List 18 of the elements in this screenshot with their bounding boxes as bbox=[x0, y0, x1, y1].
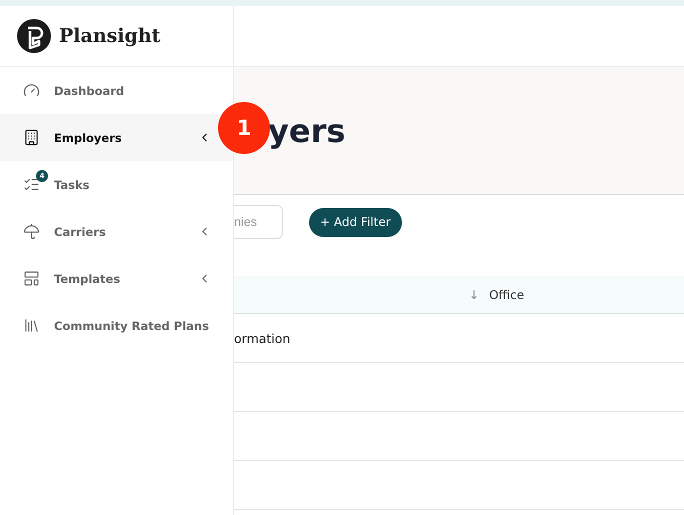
umbrella-icon bbox=[23, 223, 40, 240]
sidebar-item[interactable]: Carriers bbox=[0, 208, 233, 255]
building-icon bbox=[23, 129, 40, 146]
add-filter-button[interactable]: + Add Filter bbox=[309, 208, 402, 236]
template-icon bbox=[23, 270, 40, 287]
page-title: yers bbox=[268, 112, 346, 150]
sort-arrow-icon[interactable]: ↓ bbox=[469, 288, 480, 302]
sidebar-item[interactable]: Community Rated Plans bbox=[0, 302, 233, 349]
checklist-icon bbox=[23, 176, 40, 193]
gauge-icon bbox=[23, 82, 40, 99]
search-field[interactable]: nies bbox=[234, 205, 283, 239]
brand-name: Plansight bbox=[59, 25, 160, 47]
books-icon bbox=[23, 317, 40, 334]
sidebar-item[interactable]: Templates bbox=[0, 255, 233, 302]
table-cell: ormation bbox=[234, 330, 290, 346]
column-header[interactable]: Office bbox=[489, 288, 524, 302]
logo-icon bbox=[17, 19, 51, 53]
sidebar-item[interactable]: Employers bbox=[0, 114, 233, 161]
